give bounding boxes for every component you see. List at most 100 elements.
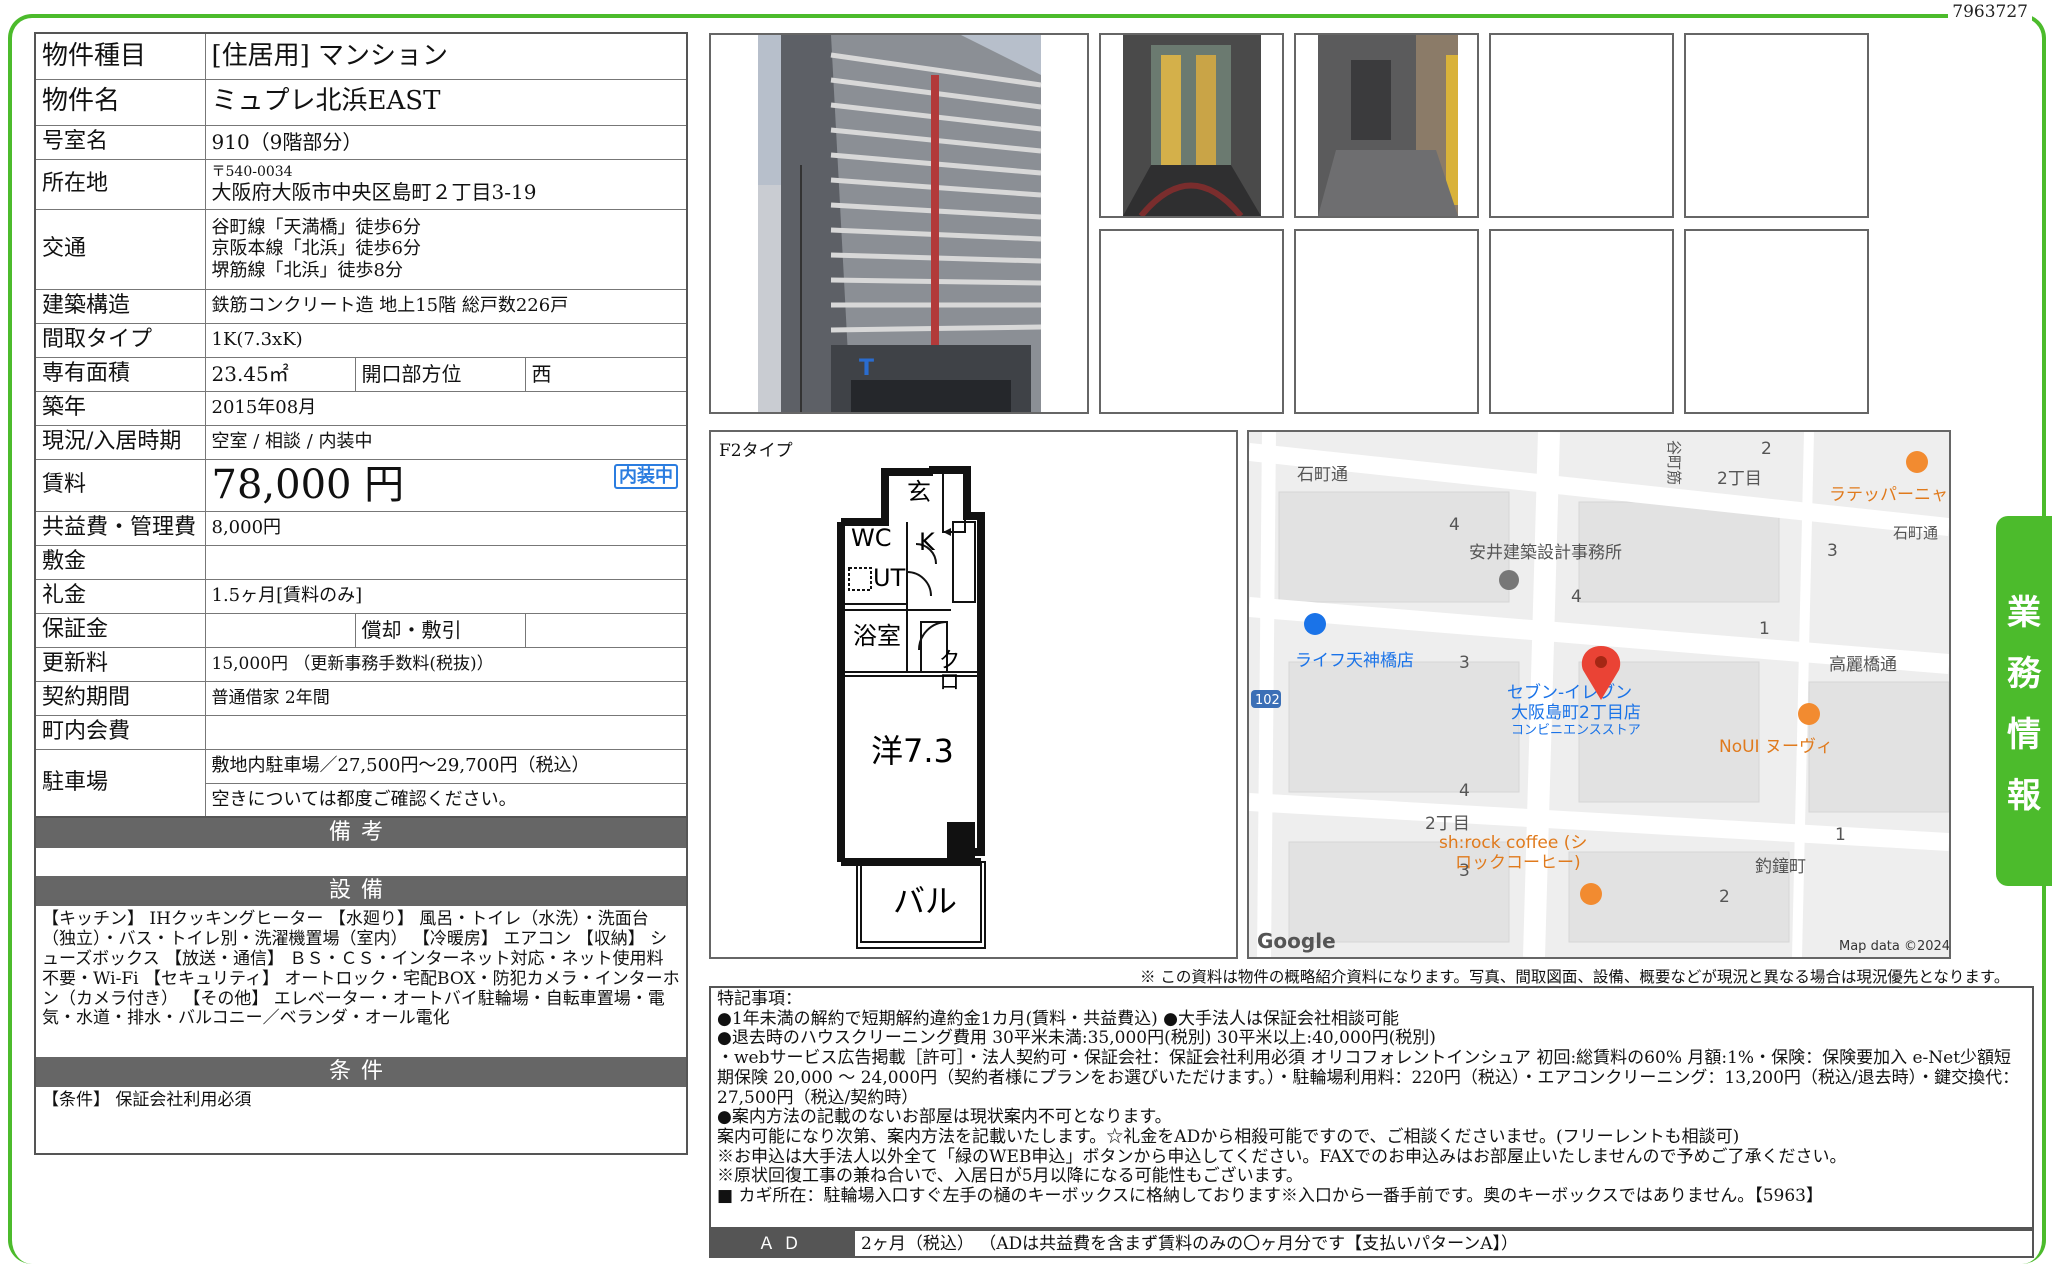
access-line-3: 堺筋線「北浜」徒歩8分 [211,259,403,281]
parking-value-2: 空きについては都度ご確認ください。 [204,782,688,818]
map-label-life-store: ライフ天神橋店 [1295,651,1414,671]
map-label-ishimachi-west: 石町通 [1297,465,1348,485]
access-line-1: 谷町線「天満橋」徒歩6分 [211,216,421,238]
side-tab-char-3: 情 [2007,715,2041,755]
spec-panel: 物件種目 [住居用] マンション 物件名 ミュプレ北浜EAST 号室名 910（9階部… [34,32,688,1155]
amortization-value [524,612,688,648]
special-notes-title: 特記事項： [717,989,802,1009]
special-note-6: ※お申込は大手法人以外全て「緑のWEB申込」ボタンから申込してください。FAXで… [717,1146,1847,1167]
layout-value: 1K(7.3xK) [204,322,688,358]
map-num-6: 3 [1459,653,1470,673]
photo-thumb-entrance[interactable] [1099,33,1284,218]
ad-value: 2ヶ月（税込） （ADは共益費を含まず賃料のみの〇ヶ月分です【支払いパターンA】… [861,1234,1519,1254]
map-label-tsuriganecho: 釣鐘町 [1755,857,1806,877]
key-money-value: 1.5ヶ月[賃料のみ] [204,578,688,614]
map-num-2: 4 [1449,515,1460,535]
side-tab-char-2: 務 [2007,654,2041,694]
room-label: 号室名 [34,124,206,160]
remarks-header: 備考 [36,818,686,848]
structure-value: 鉄筋コンクリート造 地上15階 総戸数226戸 [204,288,688,324]
balcony-label: バル [893,882,957,920]
shop-marker-icon[interactable] [1304,613,1326,635]
map-num-4: 4 [1571,587,1582,607]
ut-label: UT [873,564,906,592]
entrance-photo-image [1101,35,1282,216]
name-value: ミュプレ北浜EAST [204,78,688,126]
map-label-convenience: コンビニエンスストア [1511,723,1641,738]
status-value: 空室 / 相談 / 内装中 [204,424,688,460]
name-label: 物件名 [34,78,206,126]
renewal-label: 更新料 [34,646,206,682]
map-label-yasui-office: 安井建築設計事務所 [1469,543,1622,563]
disclaimer-note: ※ この資料は物件の概略紹介資料になります。写真、間取図面、設備、概要などが現況… [1140,968,2010,986]
wc-label: WC [851,524,892,552]
special-notes-panel: 特記事項： ●1年未満の解約で短期解約違約金1カ月(賃料・共益費込) ●大手法人… [709,986,2034,1229]
map-label-koraibashi: 高麗橋通 [1829,655,1897,675]
map-canvas: 石町通 谷町筋 2丁目 ラテッパーニャ 石町通 安井建築設計事務所 ライフ天神橋… [1249,432,1949,957]
map-label-shrock-2: ロックコーヒー) [1455,853,1581,873]
layout-label: 間取タイプ [34,322,206,358]
map-num-1: 2 [1761,439,1772,459]
map-label-seven-eleven: セブン-イレブン [1507,682,1632,703]
photo-thumb-lobby[interactable] [1294,33,1479,218]
rent-value: 78,000 円 [211,462,405,508]
conditions-body: 【条件】 保証会社利用必須 [42,1090,252,1110]
side-tab-char-1: 業 [2007,593,2041,633]
floor-plan: F2タイプ 玄 K WC UT 浴室 クロ 洋7.3 バル [709,430,1238,959]
map-num-3: 3 [1827,541,1838,561]
kitchen-label: K [919,528,936,556]
amortization-label: 償却・敷引 [354,612,526,648]
key-money-label: 礼金 [34,578,206,614]
photo-thumb-empty-5 [1489,229,1674,414]
entrance-label: 玄 [907,478,931,506]
type-value: [住居用] マンション [204,32,688,80]
business-info-tab[interactable]: 業 務 情 報 [1996,516,2052,886]
contract-label: 契約期間 [34,680,206,716]
map-num-10: 2 [1719,887,1730,907]
town-fee-label: 町内会費 [34,714,206,750]
location-map[interactable]: 石町通 谷町筋 2丁目 ラテッパーニャ 石町通 安井建築設計事務所 ライフ天神橋… [1247,430,1951,959]
map-label-2chome-bottom: 2丁目 [1425,814,1470,834]
map-label-seven-eleven-branch: 大阪島町2丁目店 [1511,703,1641,723]
map-label-2chome-top: 2丁目 [1717,469,1762,489]
equipment-body: 【キッチン】 IHクッキングヒーター 【水廻り】 風呂・トイレ（水洗）・洗面台（… [42,909,680,1029]
type-label: 物件種目 [34,32,206,80]
contract-value: 普通借家 2年間 [204,680,688,716]
restaurant-marker-icon[interactable] [1906,451,1928,473]
photo-thumb-empty-1 [1489,33,1674,218]
address-value: 大阪府大阪市中央区島町２丁目3-19 [211,180,537,205]
map-num-7: 4 [1459,781,1470,801]
special-note-2: ●退去時のハウスクリーニング費用 30平米未満:35,000円(税別) 30平米… [717,1028,1436,1049]
address-label: 所在地 [34,158,206,210]
svg-text:T: T [859,356,874,381]
photo-thumb-empty-4 [1294,229,1479,414]
access-label: 交通 [34,208,206,290]
conditions-header: 条件 [36,1057,686,1087]
map-label-ishimachi-east: 石町通 [1893,524,1938,542]
cafe-marker-icon[interactable] [1580,883,1602,905]
town-fee-value [204,714,688,750]
building-photo-image: T [711,35,1087,412]
remarks-body [36,848,686,876]
route-102-shield: 102 [1251,690,1281,708]
map-num-5: 1 [1759,619,1770,639]
restaurant-marker-icon-2[interactable] [1798,703,1820,725]
area-value: 23.45㎡ [204,356,356,392]
access-line-2: 京阪本線「北浜」徒歩6分 [211,238,421,260]
renewal-value: 15,000円 （更新事務手数料(税抜)） [204,646,688,682]
built-value: 2015年08月 [204,390,688,426]
guarantee-value [204,612,356,648]
side-tab-char-4: 報 [2007,776,2041,816]
area-label: 専有面積 [34,356,206,392]
floor-plan-drawing: 玄 K WC UT 浴室 クロ 洋7.3 バル [837,466,986,949]
fee-label: 共益費・管理費 [34,510,206,546]
route-102-label: 102 [1255,693,1280,708]
parking-value-1: 敷地内駐車場／27,500円～29,700円（税込） [204,748,688,784]
map-attribution: Map data ©2024 [1839,939,1949,954]
map-label-restaurant-top: ラテッパーニャ [1829,485,1948,505]
deposit-value [204,544,688,580]
structure-label: 建築構造 [34,288,206,324]
special-note-1: ●1年未満の解約で短期解約違約金1カ月(賃料・共益費込) ●大手法人は保証会社相… [717,1008,1399,1029]
office-marker-icon[interactable] [1499,570,1519,590]
built-label: 築年 [34,390,206,426]
